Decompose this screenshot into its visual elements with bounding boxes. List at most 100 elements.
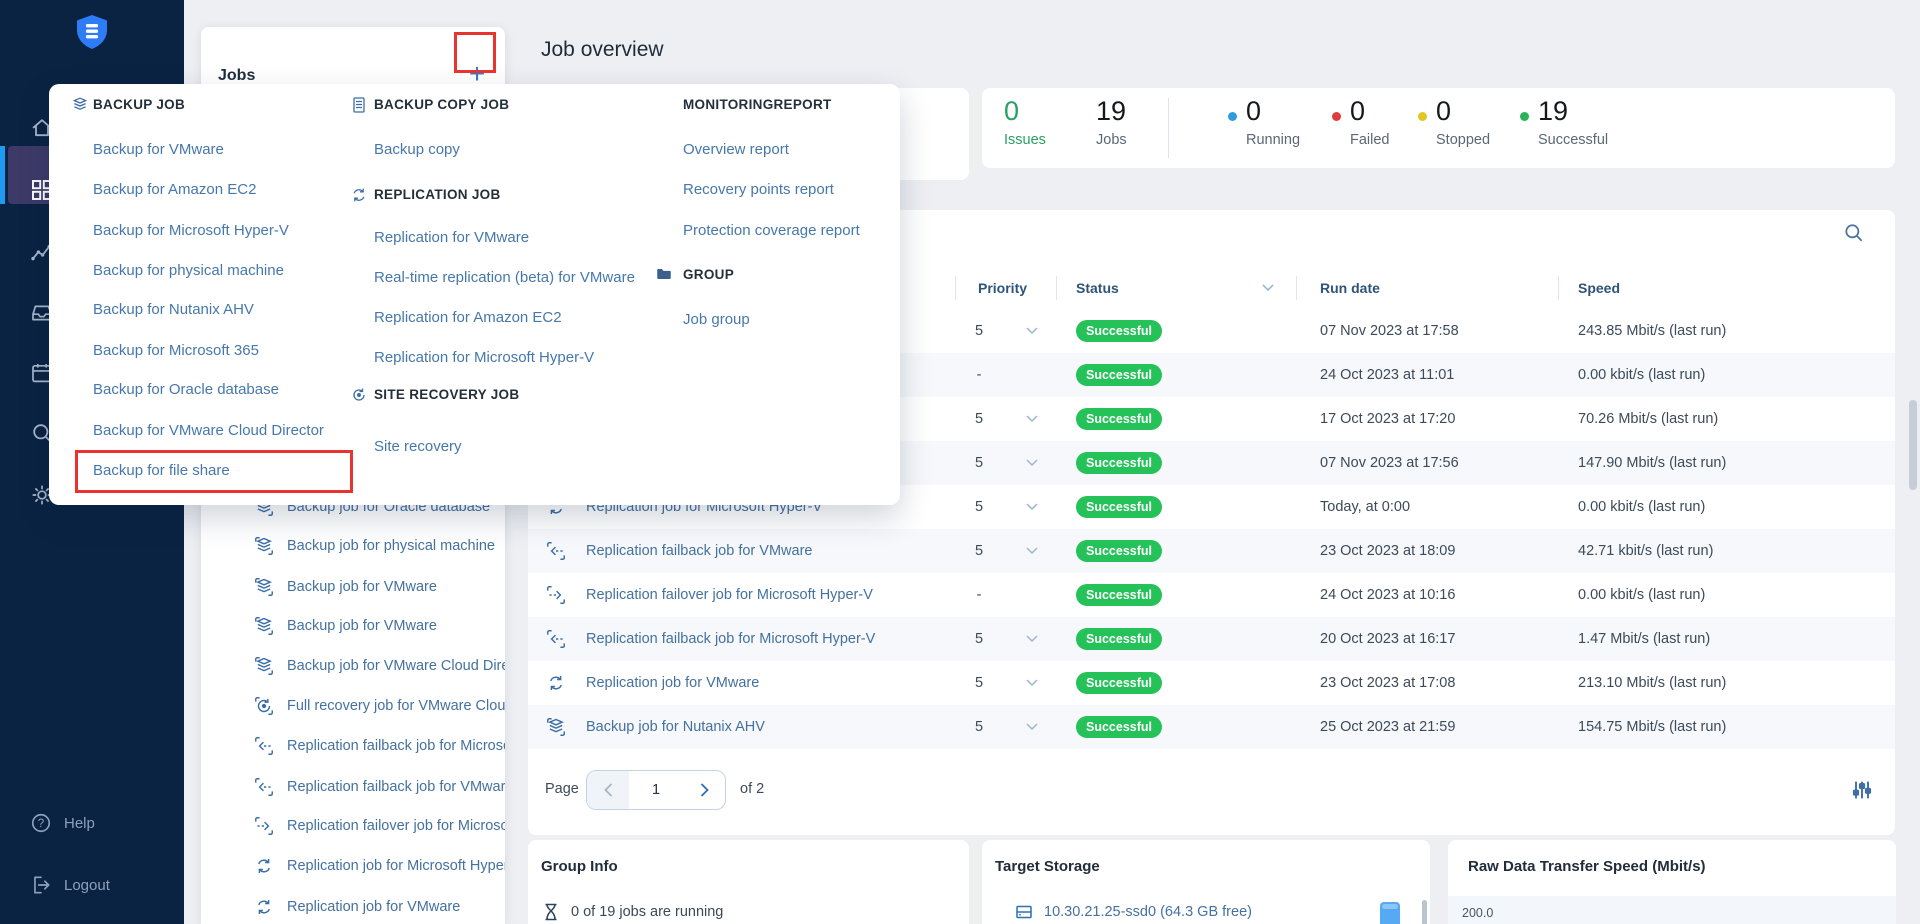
run-date: 23 Oct 2023 at 18:09: [1320, 543, 1455, 559]
job-list-item[interactable]: Replication job for Microsoft Hyper-V: [201, 846, 505, 886]
backup-copy-job-icon: [349, 95, 369, 115]
menu-item-recovery-points-report[interactable]: Recovery points report: [683, 181, 834, 198]
speed: 42.71 kbit/s (last run): [1578, 543, 1713, 559]
menu-item-replication-ec2[interactable]: Replication for Amazon EC2: [374, 309, 562, 326]
jobs-panel-title: Jobs: [218, 67, 255, 85]
backup-job-section-header: BACKUP JOB: [93, 97, 185, 112]
help-button[interactable]: ? Help: [30, 812, 95, 834]
help-label: Help: [64, 815, 95, 832]
priority-value: -: [968, 587, 990, 603]
jobs-count: 19: [1096, 96, 1126, 127]
search-icon[interactable]: [1843, 222, 1865, 244]
status-badge: Successful: [1076, 628, 1162, 650]
job-list-item[interactable]: Replication failback job for VMware: [201, 767, 505, 807]
failback-icon: [253, 776, 275, 798]
column-divider: [1056, 276, 1057, 300]
speed: 1.47 Mbit/s (last run): [1578, 631, 1710, 647]
job-list-item[interactable]: Full recovery job for VMware Cloud Direc…: [201, 686, 505, 726]
job-list-item[interactable]: Backup job for VMware: [201, 567, 505, 607]
page-scrollbar-thumb[interactable]: [1909, 400, 1917, 490]
raw-speed-title: Raw Data Transfer Speed (Mbit/s): [1468, 858, 1706, 875]
svg-text:?: ?: [38, 818, 44, 830]
table-row[interactable]: Replication failback job for VMware 5 Su…: [528, 529, 1895, 573]
priority-dropdown-icon[interactable]: [1026, 635, 1038, 643]
table-row[interactable]: Replication failback job for Microsoft H…: [528, 617, 1895, 661]
logout-button[interactable]: Logout: [30, 874, 110, 896]
status-badge: Successful: [1076, 320, 1162, 342]
stats-divider: [1168, 98, 1169, 158]
job-list-item[interactable]: Replication job for VMware: [201, 887, 505, 924]
priority-dropdown-icon[interactable]: [1026, 327, 1038, 335]
menu-item-protection-coverage-report[interactable]: Protection coverage report: [683, 222, 860, 239]
jobs-label: Jobs: [1096, 132, 1127, 148]
card-scrollbar[interactable]: [1422, 900, 1427, 924]
menu-item-backup-nutanix[interactable]: Backup for Nutanix AHV: [93, 301, 254, 318]
menu-item-backup-m365[interactable]: Backup for Microsoft 365: [93, 342, 259, 359]
help-icon: ?: [30, 812, 52, 834]
menu-item-backup-amazon-ec2[interactable]: Backup for Amazon EC2: [93, 181, 256, 198]
run-date: 07 Nov 2023 at 17:58: [1320, 323, 1459, 339]
priority-dropdown-icon[interactable]: [1026, 723, 1038, 731]
page-label: Page: [545, 781, 579, 797]
job-list-item[interactable]: Backup job for physical machine: [201, 526, 505, 566]
speed-chart-area: [1448, 896, 1896, 924]
menu-item-job-group[interactable]: Job group: [683, 311, 750, 328]
run-date: Today, at 0:00: [1320, 499, 1410, 515]
group-section-header: GROUP: [683, 267, 734, 282]
menu-item-backup-oracle[interactable]: Backup for Oracle database: [93, 381, 279, 398]
table-row[interactable]: Replication job for VMware 5 Successful …: [528, 661, 1895, 705]
job-list-item[interactable]: Replication failback job for Microsoft H…: [201, 726, 505, 766]
job-list-item[interactable]: Backup job for VMware: [201, 606, 505, 646]
table-settings-sliders-icon[interactable]: [1850, 778, 1874, 802]
status-filter-chevron-icon[interactable]: [1262, 284, 1274, 292]
raw-speed-card: Raw Data Transfer Speed (Mbit/s) 200.0: [1448, 840, 1896, 924]
job-list-item[interactable]: Replication failover job for Microsoft H…: [201, 806, 505, 846]
priority-dropdown-icon[interactable]: [1026, 503, 1038, 511]
menu-item-backup-vcd[interactable]: Backup for VMware Cloud Director: [93, 422, 324, 439]
menu-item-replication-hyper-v[interactable]: Replication for Microsoft Hyper-V: [374, 349, 594, 366]
menu-item-backup-copy[interactable]: Backup copy: [374, 141, 460, 158]
stopped-count: 0: [1436, 96, 1451, 127]
menu-item-realtime-replication[interactable]: Real-time replication (beta) for VMware: [374, 269, 635, 286]
priority-value: 5: [968, 411, 990, 427]
table-row[interactable]: Replication failover job for Microsoft H…: [528, 573, 1895, 617]
run-date: 24 Oct 2023 at 10:16: [1320, 587, 1455, 603]
current-page-input[interactable]: 1: [629, 771, 683, 809]
group-info-title: Group Info: [541, 858, 618, 875]
previous-page-button[interactable]: [587, 771, 629, 809]
job-list-item[interactable]: Backup job for VMware Cloud Director: [201, 646, 505, 686]
target-storage-title: Target Storage: [995, 858, 1100, 875]
hourglass-icon: [541, 902, 561, 922]
backup-job-icon: [70, 95, 90, 115]
table-row[interactable]: Backup job for Nutanix AHV 5 Successful …: [528, 705, 1895, 749]
annotation-box-backup-file-share: [75, 450, 353, 493]
failover-icon: [545, 584, 567, 606]
replication-icon: [253, 896, 275, 918]
status-column-header[interactable]: Status: [1076, 280, 1119, 296]
menu-item-backup-vmware[interactable]: Backup for VMware: [93, 141, 224, 158]
speed: 147.90 Mbit/s (last run): [1578, 455, 1726, 471]
next-page-button[interactable]: [683, 771, 725, 809]
priority-column-header[interactable]: Priority: [978, 280, 1027, 296]
page-title: Job overview: [541, 38, 664, 62]
replication-job-icon: [349, 185, 369, 205]
speed-column-header[interactable]: Speed: [1578, 280, 1620, 296]
running-count: 0: [1246, 96, 1261, 127]
speed: 243.85 Mbit/s (last run): [1578, 323, 1726, 339]
menu-item-replication-vmware[interactable]: Replication for VMware: [374, 229, 529, 246]
menu-item-backup-physical[interactable]: Backup for physical machine: [93, 262, 284, 279]
priority-dropdown-icon[interactable]: [1026, 415, 1038, 423]
menu-item-site-recovery[interactable]: Site recovery: [374, 438, 462, 455]
menu-item-overview-report[interactable]: Overview report: [683, 141, 789, 158]
storage-row[interactable]: 10.30.21.25-ssd0 (64.3 GB free): [1014, 902, 1252, 922]
priority-dropdown-icon[interactable]: [1026, 459, 1038, 467]
stopped-label: Stopped: [1436, 132, 1490, 148]
issues-label: Issues: [1004, 132, 1046, 148]
target-storage-card: Target Storage 10.30.21.25-ssd0 (64.3 GB…: [982, 840, 1430, 924]
menu-item-backup-hyper-v[interactable]: Backup for Microsoft Hyper-V: [93, 222, 289, 239]
priority-dropdown-icon[interactable]: [1026, 679, 1038, 687]
priority-dropdown-icon[interactable]: [1026, 547, 1038, 555]
run-date-column-header[interactable]: Run date: [1320, 280, 1380, 296]
failed-label: Failed: [1350, 132, 1390, 148]
run-date: 25 Oct 2023 at 21:59: [1320, 719, 1455, 735]
